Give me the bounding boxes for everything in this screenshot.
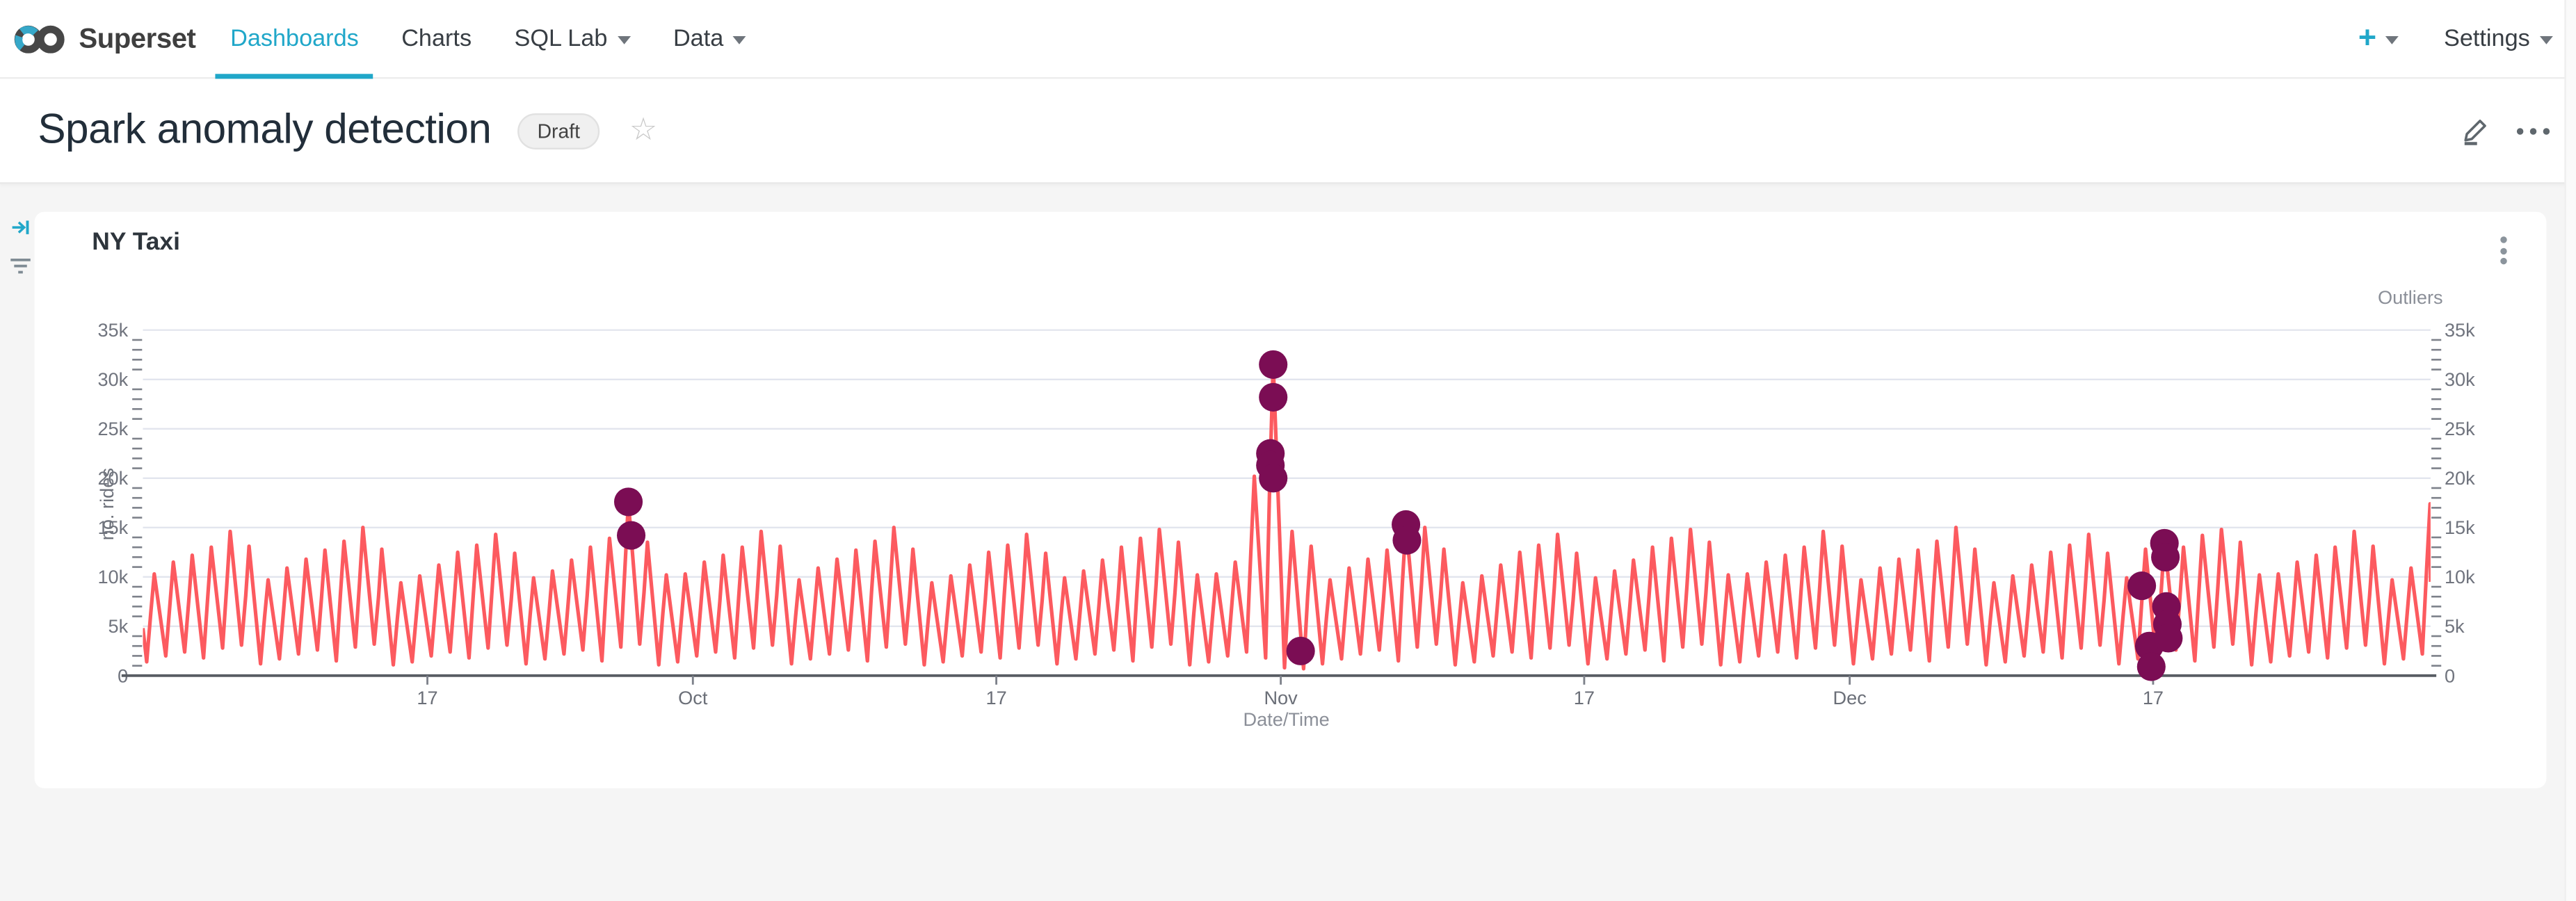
y-axis-tick-label-right: 5k (2445, 615, 2465, 637)
rides-line-series (143, 364, 2431, 669)
y-axis-tick-label-right: 0 (2445, 665, 2455, 686)
ellipsis-icon (2517, 127, 2550, 133)
y-axis-tick-label: 35k (97, 319, 128, 341)
filter-lines-icon (9, 257, 31, 276)
nav-tab-label: SQL Lab (515, 26, 608, 52)
outlier-point[interactable] (617, 521, 645, 550)
nav-tab-charts[interactable]: Charts (380, 0, 492, 77)
chevron-down-icon (618, 36, 631, 44)
outlier-point[interactable] (1287, 637, 1315, 665)
chart-card: NY Taxi 005k5k10k10k15k15k20k20k25k25k30… (35, 212, 2547, 788)
page-title: Spark anomaly detection (38, 107, 491, 155)
y-axis-tick-label: 25k (97, 418, 128, 439)
nav-tab-data[interactable]: Data (652, 0, 768, 77)
nytaxi-chart-canvas[interactable]: 005k5k10k10k15k15k20k20k25k25k30k30k35k3… (35, 212, 2547, 788)
chart-svg: 005k5k10k10k15k15k20k20k25k25k30k30k35k3… (35, 212, 2547, 788)
y-axis-tick-label-right: 35k (2445, 319, 2475, 341)
settings-label: Settings (2444, 26, 2530, 52)
filter-icon-button[interactable] (9, 257, 31, 276)
status-badge: Draft (517, 113, 599, 149)
x-axis-tick-label: Nov (1264, 687, 1298, 708)
app-window: Superset Dashboards Charts SQL Lab Data … (0, 0, 2576, 901)
x-axis-tick-label: 17 (1574, 687, 1595, 708)
outlier-point[interactable] (2137, 653, 2166, 681)
edit-dashboard-button[interactable] (2461, 116, 2491, 146)
y-axis-tick-label-right: 25k (2445, 418, 2475, 439)
x-axis-tick-label: Oct (678, 687, 708, 708)
dashboard-content: NY Taxi 005k5k10k10k15k15k20k20k25k25k30… (0, 182, 2576, 901)
dashboard-menu-button[interactable] (2517, 127, 2550, 133)
outlier-point[interactable] (2154, 624, 2182, 652)
pencil-icon (2461, 116, 2491, 146)
superset-logo[interactable]: Superset (13, 22, 196, 55)
x-axis-tick-label: 17 (417, 687, 437, 708)
y-axis-tick-label: 10k (97, 566, 128, 587)
chevron-down-icon (2385, 36, 2398, 44)
x-axis-tick-label: 17 (985, 687, 1006, 708)
plus-icon: + (2358, 23, 2376, 54)
y-axis-tick-label: 5k (108, 615, 129, 637)
y-axis-tick-label-right: 15k (2445, 517, 2475, 538)
scrollbar[interactable] (2564, 0, 2576, 901)
y-axis-tick-label-right: 30k (2445, 368, 2475, 390)
outlier-point[interactable] (2127, 571, 2156, 600)
nav-tab-label: Dashboards (230, 26, 359, 52)
filter-rail (5, 218, 35, 276)
left-axis-title: no. rides (99, 468, 118, 540)
nav-tab-dashboards[interactable]: Dashboards (209, 0, 380, 77)
nav-tab-label: Charts (401, 26, 472, 52)
outlier-point[interactable] (1259, 383, 1287, 412)
new-item-button[interactable]: + (2358, 23, 2398, 54)
header-actions (2461, 116, 2550, 146)
right-axis-title: Outliers (2378, 289, 2443, 309)
nav-tab-label: Data (673, 26, 723, 52)
outlier-point[interactable] (2151, 543, 2180, 571)
y-axis-tick-label-right: 20k (2445, 467, 2475, 489)
y-axis-tick-label-right: 10k (2445, 566, 2475, 587)
outlier-point[interactable] (1259, 350, 1287, 379)
dashboard-header: Spark anomaly detection Draft ☆ (0, 79, 2576, 184)
chevron-down-icon (734, 36, 747, 44)
nav-tab-sql-lab[interactable]: SQL Lab (493, 0, 652, 77)
y-axis-tick-label: 30k (97, 368, 128, 390)
favorite-star-icon[interactable]: ☆ (629, 115, 657, 146)
x-axis-title: Date/Time (1243, 711, 1329, 731)
arrow-to-bar-icon (10, 218, 29, 236)
infinity-logo-icon (13, 22, 66, 55)
settings-menu-button[interactable]: Settings (2444, 26, 2553, 52)
x-axis-tick-label: 17 (2143, 687, 2164, 708)
top-navbar: Superset Dashboards Charts SQL Lab Data … (0, 0, 2576, 79)
brand-name: Superset (79, 22, 195, 55)
outlier-point[interactable] (614, 487, 643, 516)
outlier-point[interactable] (1392, 526, 1421, 555)
main-nav: Dashboards Charts SQL Lab Data (209, 0, 768, 77)
expand-filter-bar-button[interactable] (10, 218, 29, 236)
chevron-down-icon (2540, 36, 2553, 44)
navbar-right: + Settings (2358, 23, 2553, 54)
outlier-point[interactable] (1259, 464, 1287, 492)
x-axis-tick-label: Dec (1833, 687, 1867, 708)
